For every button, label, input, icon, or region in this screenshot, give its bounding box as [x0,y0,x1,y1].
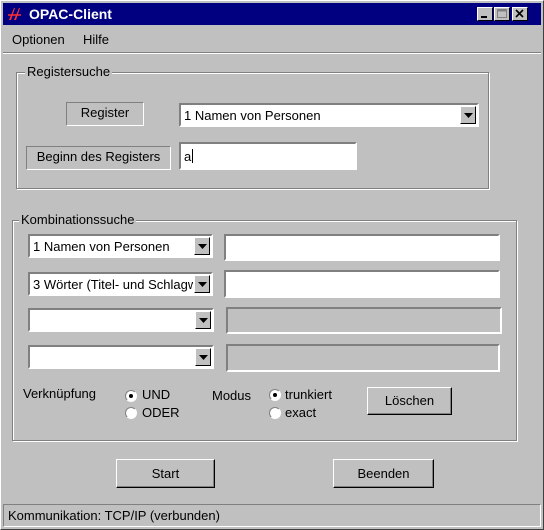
verknuepfung-oder-radio[interactable] [125,407,137,419]
start-button[interactable]: Start [116,459,215,488]
menu-separator [3,52,541,54]
kombination-input-2[interactable] [224,270,500,298]
verknuepfung-label: Verknüpfung [23,386,97,401]
kombination-select-3-dropdown-button[interactable] [195,311,211,329]
app-window: OPAC-Client Optionen Hilfe Registersuche… [0,0,544,530]
chevron-down-icon [199,318,208,323]
chevron-down-icon [198,244,207,249]
menu-hilfe[interactable]: Hilfe [83,32,109,47]
registersuche-group [16,72,489,189]
menu-optionen[interactable]: Optionen [12,32,65,47]
chevron-down-icon [464,113,473,118]
close-button[interactable] [512,7,528,21]
modus-label: Modus [212,388,252,403]
kombination-select-2-dropdown-button[interactable] [194,275,210,293]
kombination-select-2[interactable]: 3 Wörter (Titel- und Schlagw [28,272,213,296]
modus-trunkiert-label[interactable]: trunkiert [285,387,332,402]
minimize-button[interactable] [477,7,493,21]
register-select[interactable]: 1 Namen von Personen [179,103,479,127]
modus-exact-label[interactable]: exact [285,405,316,420]
registersuche-title: Registersuche [25,64,113,79]
title-bar[interactable]: OPAC-Client [3,3,541,25]
beenden-button[interactable]: Beenden [333,459,434,488]
verknuepfung-und-radio[interactable] [125,390,137,402]
minimize-icon [481,16,487,18]
chevron-down-icon [198,282,207,287]
start-button-label: Start [151,466,180,481]
close-icon [515,9,524,18]
verknuepfung-und-label[interactable]: UND [142,387,170,402]
beginn-des-registers-value: a [184,149,192,164]
beginn-des-registers-label: Beginn des Registers [26,146,171,170]
loeschen-button-label: Löschen [384,393,435,408]
kombination-select-1-dropdown-button[interactable] [194,237,210,255]
chevron-down-icon [199,355,208,360]
kombination-select-1-value: 1 Namen von Personen [33,239,170,254]
verknuepfung-oder-label[interactable]: ODER [142,405,180,420]
kombination-input-1[interactable] [224,234,500,261]
register-select-value: 1 Namen von Personen [184,108,321,123]
kombination-select-4-dropdown-button[interactable] [195,348,211,366]
kombination-select-1[interactable]: 1 Namen von Personen [28,234,213,258]
beginn-des-registers-input[interactable]: a [179,142,357,170]
modus-exact-radio[interactable] [269,407,281,419]
kombinationssuche-title: Kombinationssuche [19,212,137,227]
maximize-button[interactable] [494,7,510,21]
register-label: Register [66,102,144,126]
app-logo-icon [8,8,21,20]
modus-trunkiert-radio[interactable] [269,389,281,401]
register-select-dropdown-button[interactable] [460,106,476,124]
beenden-button-label: Beenden [357,466,410,481]
window-title: OPAC-Client [29,6,112,22]
status-bar: Kommunikation: TCP/IP (verbunden) [3,504,541,527]
kombination-input-3[interactable] [226,307,502,334]
status-text: Kommunikation: TCP/IP (verbunden) [8,508,220,523]
kombination-select-3[interactable] [28,308,214,332]
loeschen-button[interactable]: Löschen [367,387,452,415]
maximize-icon [497,9,507,18]
menu-bar: Optionen Hilfe [3,27,541,51]
kombination-select-2-value: 3 Wörter (Titel- und Schlagw [33,277,193,292]
kombination-input-4[interactable] [226,344,500,372]
text-caret [192,149,193,163]
kombination-select-4[interactable] [28,345,214,369]
